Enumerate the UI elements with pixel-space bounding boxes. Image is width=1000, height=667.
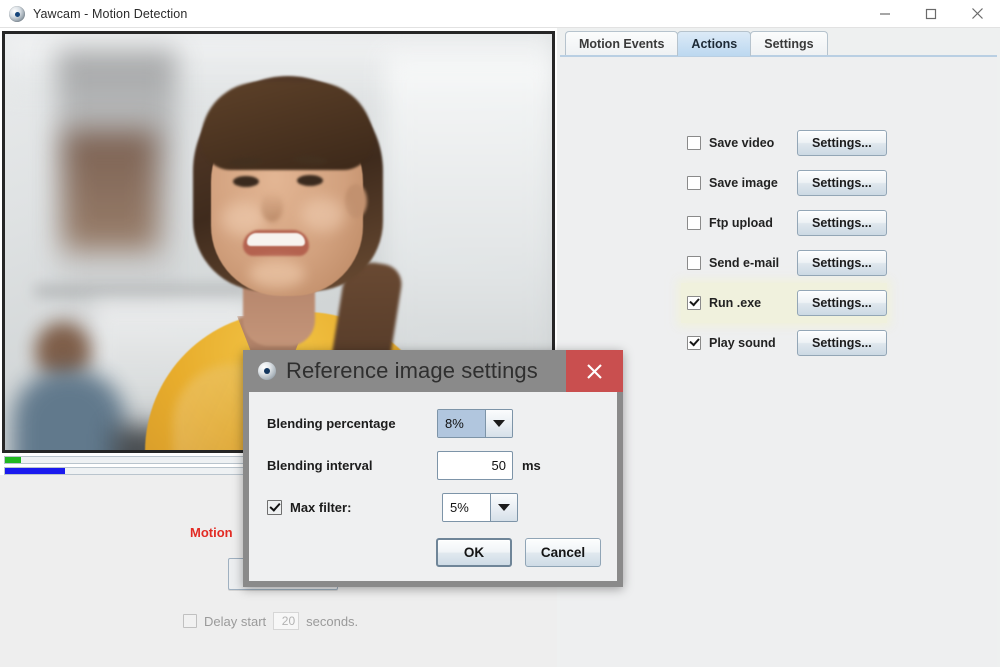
dialog-button-bar: OK Cancel <box>436 538 601 567</box>
action-row-send-email: Send e-mail Settings... <box>681 243 887 283</box>
checkbox-send-email[interactable] <box>687 256 701 270</box>
checkbox-save-video[interactable] <box>687 136 701 150</box>
row-max-filter: Max filter: 5% <box>267 492 599 522</box>
reference-image-settings-dialog: Reference image settings Blending percen… <box>243 350 623 587</box>
label-blending-interval: Blending interval <box>267 458 437 473</box>
dialog-titlebar: Reference image settings <box>243 350 623 392</box>
label-save-video: Save video <box>709 136 797 150</box>
maximize-icon[interactable] <box>908 0 954 27</box>
label-ftp-upload: Ftp upload <box>709 216 797 230</box>
right-panel: Motion Events Actions Settings Save vide… <box>557 28 1000 667</box>
settings-button-save-image[interactable]: Settings... <box>797 170 887 196</box>
label-send-email: Send e-mail <box>709 256 797 270</box>
checkbox-save-image[interactable] <box>687 176 701 190</box>
settings-button-ftp-upload[interactable]: Settings... <box>797 210 887 236</box>
tab-panel-actions: Save video Settings... Save image Settin… <box>560 55 997 667</box>
close-icon[interactable] <box>954 0 1000 27</box>
label-save-image: Save image <box>709 176 797 190</box>
combo-max-filter[interactable]: 5% <box>442 493 518 522</box>
action-row-ftp-upload: Ftp upload Settings... <box>681 203 887 243</box>
chevron-down-icon[interactable] <box>485 410 512 437</box>
label-max-filter: Max filter: <box>290 500 442 515</box>
dialog-body: Blending percentage 8% Blending interval… <box>249 392 617 581</box>
tab-motion-events[interactable]: Motion Events <box>565 31 678 56</box>
dialog-close-icon[interactable] <box>566 350 623 392</box>
detection-threshold-fill <box>5 468 65 474</box>
webcam-icon <box>9 6 25 22</box>
delay-seconds-suffix: seconds. <box>306 614 358 629</box>
minimize-icon[interactable] <box>862 0 908 27</box>
window-title: Yawcam - Motion Detection <box>33 7 187 21</box>
settings-button-send-email[interactable]: Settings... <box>797 250 887 276</box>
webcam-icon <box>258 362 276 380</box>
action-row-save-video: Save video Settings... <box>681 123 887 163</box>
delay-seconds-input[interactable]: 20 <box>273 612 299 630</box>
action-row-play-sound: Play sound Settings... <box>681 323 887 363</box>
label-play-sound: Play sound <box>709 336 797 350</box>
unit-blending-interval: ms <box>522 458 541 473</box>
window-titlebar: Yawcam - Motion Detection <box>0 0 1000 28</box>
action-row-save-image: Save image Settings... <box>681 163 887 203</box>
subject-eye-left <box>233 176 259 187</box>
settings-button-save-video[interactable]: Settings... <box>797 130 887 156</box>
delay-start-label: Delay start <box>204 614 266 629</box>
dialog-title: Reference image settings <box>286 358 538 384</box>
cancel-button[interactable]: Cancel <box>525 538 601 567</box>
combo-value-max-filter: 5% <box>443 494 490 521</box>
actions-list: Save video Settings... Save image Settin… <box>681 123 887 363</box>
delay-start-row: Delay start 20 seconds. <box>183 612 358 630</box>
motion-status-text: Motion <box>190 525 233 540</box>
app-root: Yawcam - Motion Detection <box>0 0 1000 667</box>
chevron-down-icon[interactable] <box>490 494 517 521</box>
action-row-run-exe: Run .exe Settings... <box>681 283 887 323</box>
subject-ear <box>345 184 367 218</box>
tabstrip: Motion Events Actions Settings <box>557 28 1000 56</box>
checkbox-play-sound[interactable] <box>687 336 701 350</box>
subject-teeth <box>247 233 305 246</box>
motion-level-fill <box>5 457 21 463</box>
subject-eye-right <box>297 175 323 186</box>
tab-settings[interactable]: Settings <box>750 31 827 56</box>
checkbox-run-exe[interactable] <box>687 296 701 310</box>
label-blending-percentage: Blending percentage <box>267 416 437 431</box>
settings-button-play-sound[interactable]: Settings... <box>797 330 887 356</box>
subject-hairline <box>201 82 373 170</box>
settings-button-run-exe[interactable]: Settings... <box>797 290 887 316</box>
checkbox-max-filter[interactable] <box>267 500 282 515</box>
row-blending-percentage: Blending percentage 8% <box>267 408 599 438</box>
subject-chin-highlight <box>249 260 305 288</box>
row-blending-interval: Blending interval 50 ms <box>267 450 599 480</box>
subject-nose <box>261 192 283 222</box>
combo-value-blending-percentage: 8% <box>438 410 485 437</box>
combo-blending-percentage[interactable]: 8% <box>437 409 513 438</box>
tab-actions[interactable]: Actions <box>677 31 751 56</box>
ok-button[interactable]: OK <box>436 538 512 567</box>
label-run-exe: Run .exe <box>709 296 797 310</box>
subject-cheek-right <box>301 198 345 232</box>
delay-start-checkbox[interactable] <box>183 614 197 628</box>
checkbox-ftp-upload[interactable] <box>687 216 701 230</box>
input-blending-interval[interactable]: 50 <box>437 451 513 480</box>
